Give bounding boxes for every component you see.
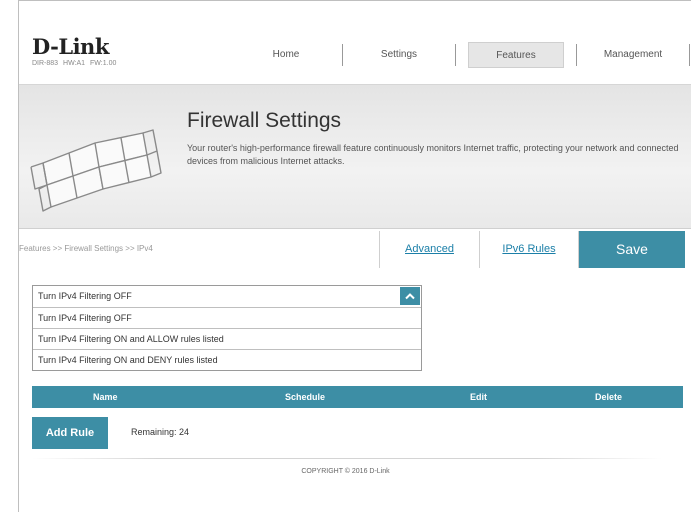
column-schedule: Schedule — [285, 392, 326, 402]
add-rule-button[interactable]: Add Rule — [32, 417, 108, 449]
column-edit: Edit — [470, 392, 487, 402]
copyright: COPYRIGHT © 2016 D-Link — [301, 468, 390, 475]
hardware-version: HW:A1 — [63, 60, 86, 67]
save-button[interactable]: Save — [579, 231, 685, 268]
dropdown-toggle[interactable] — [400, 287, 420, 305]
model-number: DIR-883 — [32, 60, 59, 67]
tab-advanced[interactable]: Advanced — [379, 231, 480, 268]
column-name: Name — [93, 392, 118, 402]
main-nav: Home Settings Features Management — [230, 42, 690, 72]
column-delete: Delete — [595, 392, 623, 402]
page-banner: Firewall Settings Your router's high-per… — [19, 84, 691, 229]
ipv4-filter-dropdown[interactable]: Turn IPv4 Filtering OFF Turn IPv4 Filter… — [32, 285, 422, 371]
dropdown-option[interactable]: Turn IPv4 Filtering ON and ALLOW rules l… — [33, 328, 421, 349]
rules-table-header: Name Schedule Edit Delete — [32, 386, 683, 408]
dlink-logo: D-Link — [32, 34, 109, 59]
dropdown-option[interactable]: Turn IPv4 Filtering OFF — [33, 307, 421, 328]
chevron-up-icon — [405, 293, 415, 300]
nav-settings[interactable]: Settings — [343, 42, 455, 68]
nav-management[interactable]: Management — [577, 42, 689, 68]
footer-divider — [32, 458, 662, 459]
page-title: Firewall Settings — [187, 109, 342, 132]
tab-ipv6-rules[interactable]: IPv6 Rules — [480, 231, 579, 268]
device-info: DIR-883 HW:A1 FW:1.00 — [32, 60, 116, 67]
firewall-brick-wall-icon — [30, 129, 162, 212]
remaining-count: Remaining: 24 — [131, 427, 190, 437]
firmware-version: FW:1.00 — [90, 60, 117, 67]
nav-divider — [689, 44, 690, 66]
brand: D-Link DIR-883 HW:A1 FW:1.00 — [32, 34, 116, 67]
dropdown-selected[interactable]: Turn IPv4 Filtering OFF — [33, 286, 421, 307]
nav-divider — [455, 44, 456, 66]
dropdown-selected-label: Turn IPv4 Filtering OFF — [38, 291, 132, 301]
page-description: Your router's high-performance firewall … — [187, 143, 679, 166]
nav-features[interactable]: Features — [468, 42, 564, 68]
dropdown-option[interactable]: Turn IPv4 Filtering ON and DENY rules li… — [33, 349, 421, 370]
breadcrumb: Features >> Firewall Settings >> IPv4 — [19, 244, 153, 253]
nav-home[interactable]: Home — [230, 42, 342, 68]
